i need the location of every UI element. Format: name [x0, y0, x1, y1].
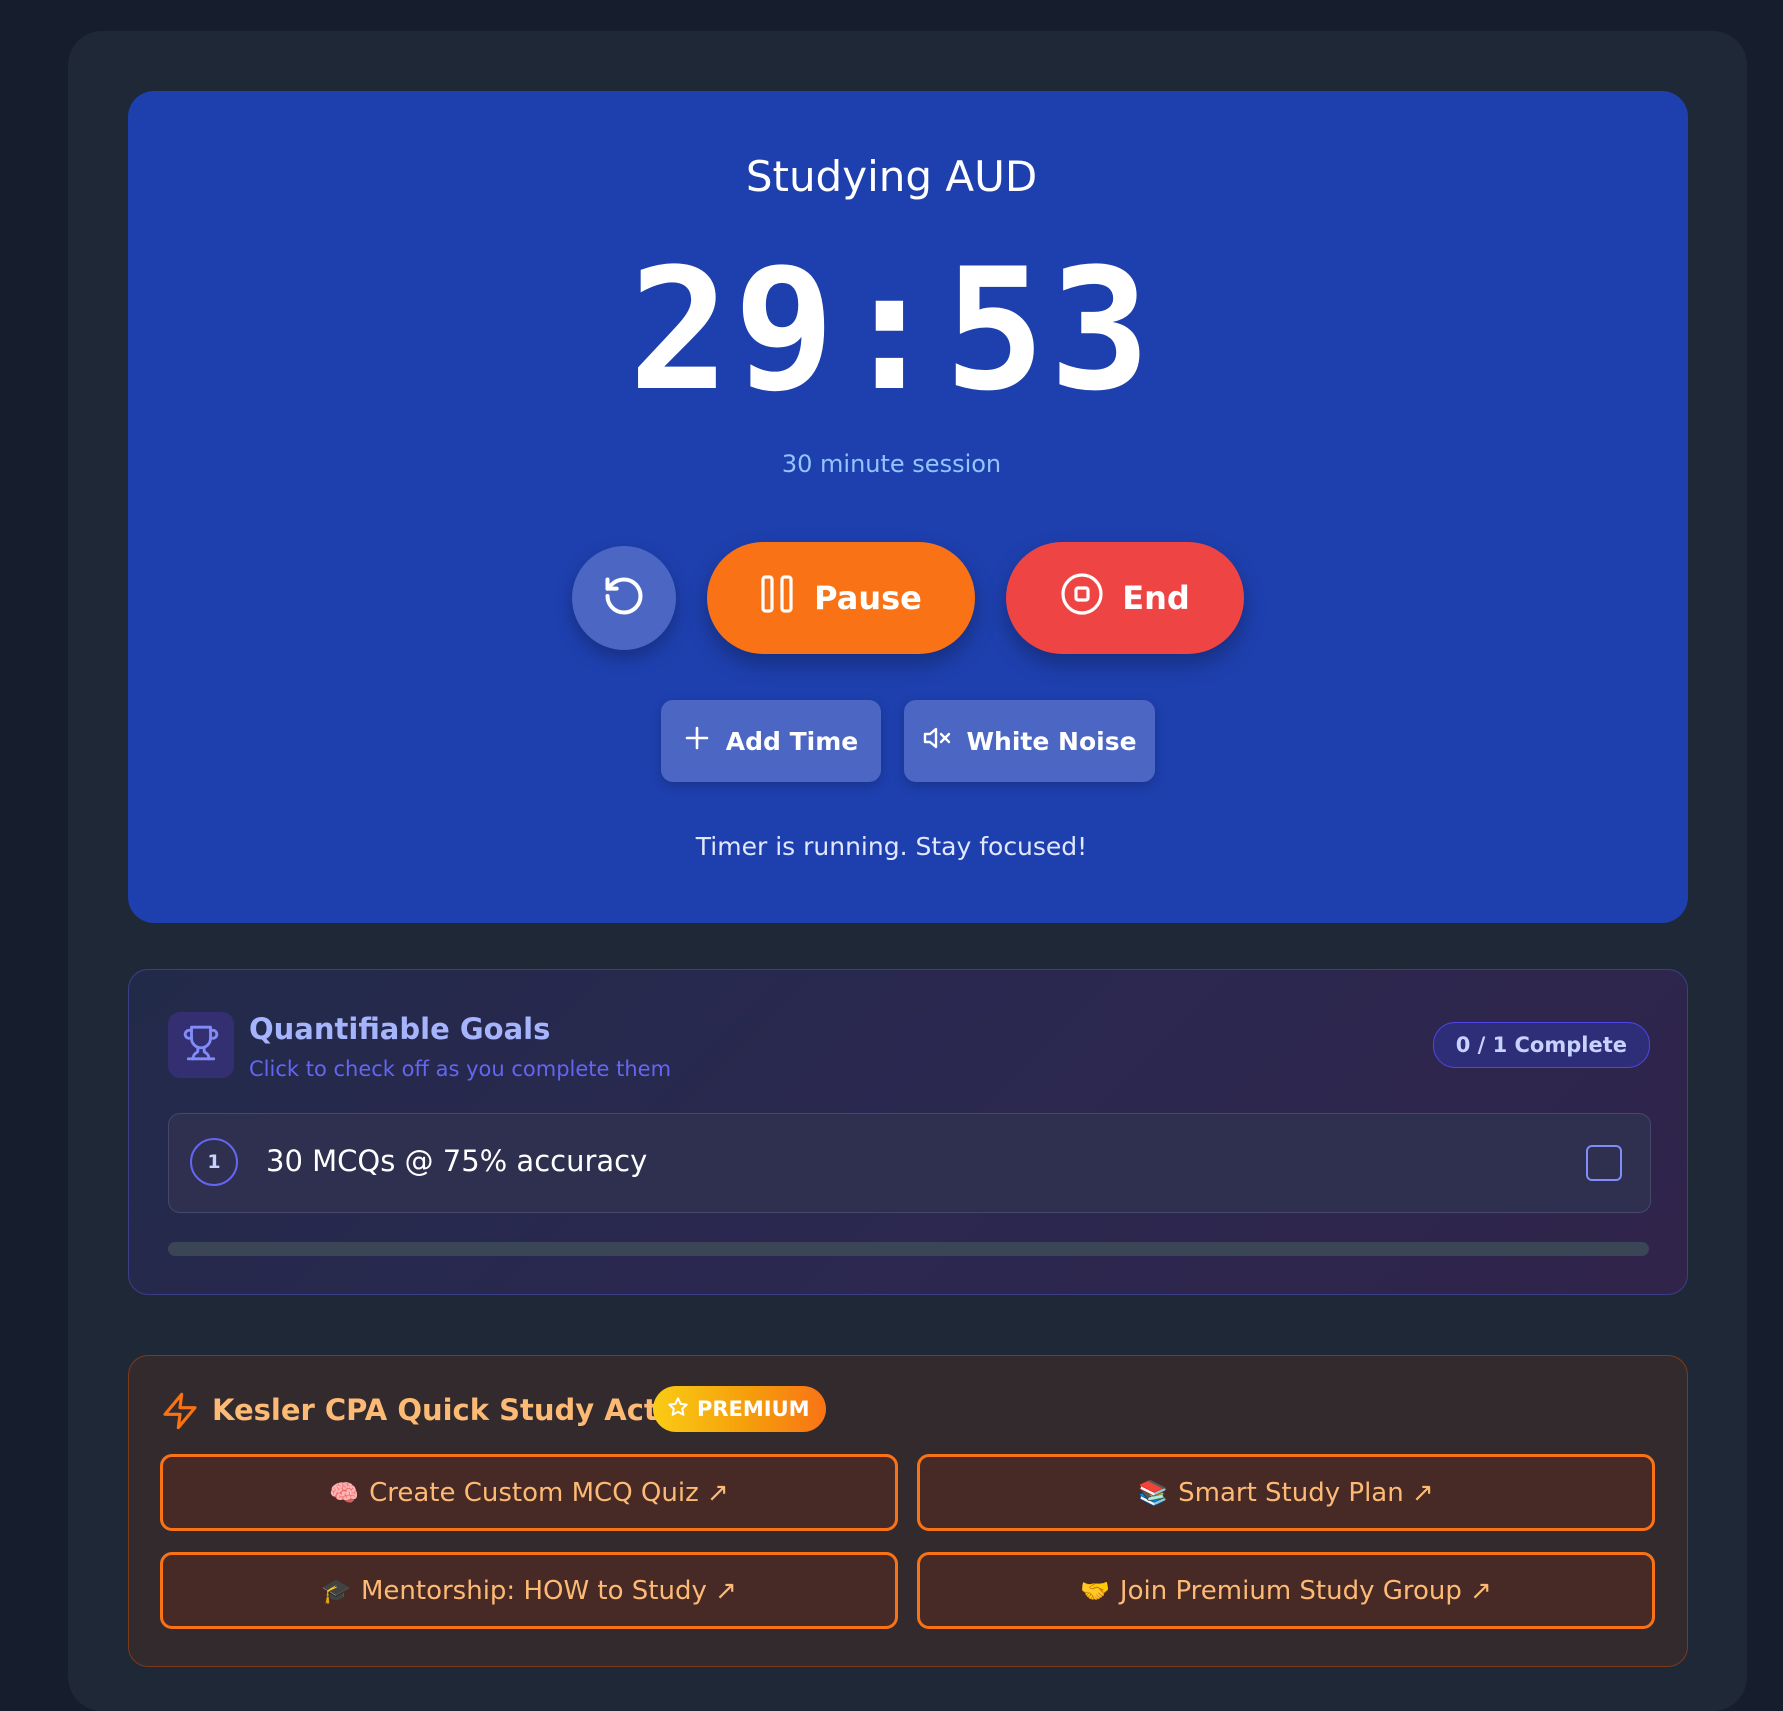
pause-label: Pause: [814, 579, 922, 617]
add-time-label: Add Time: [725, 726, 859, 756]
create-mcq-quiz-button[interactable]: 🧠 Create Custom MCQ Quiz ↗: [160, 1454, 898, 1531]
graduation-cap-icon: 🎓: [321, 1576, 351, 1605]
timer-display: 29:53: [628, 232, 1155, 428]
goals-title: Quantifiable Goals: [249, 1012, 551, 1046]
premium-label: PREMIUM: [697, 1397, 810, 1421]
handshake-icon: 🤝: [1080, 1576, 1110, 1605]
goal-item[interactable]: 1 30 MCQs @ 75% accuracy: [168, 1113, 1651, 1213]
smart-study-plan-button[interactable]: 📚 Smart Study Plan ↗: [917, 1454, 1655, 1531]
goals-icon-box: [168, 1012, 234, 1078]
trophy-icon: [182, 1024, 220, 1066]
action-label: Create Custom MCQ Quiz ↗: [369, 1477, 729, 1508]
timer-status-text: Timer is running. Stay focused!: [695, 832, 1088, 861]
goals-progress-bar: [168, 1242, 1649, 1256]
plus-icon: [684, 725, 710, 757]
white-noise-label: White Noise: [966, 726, 1137, 756]
end-button[interactable]: End: [1006, 542, 1244, 654]
goal-text: 30 MCQs @ 75% accuracy: [266, 1144, 648, 1178]
books-icon: 📚: [1138, 1478, 1169, 1507]
goal-number: 1: [190, 1138, 238, 1186]
join-study-group-button[interactable]: 🤝 Join Premium Study Group ↗: [917, 1552, 1655, 1629]
pause-icon: [760, 574, 794, 622]
add-time-button[interactable]: Add Time: [661, 700, 881, 782]
action-label: Mentorship: HOW to Study ↗: [360, 1575, 737, 1606]
rotate-ccw-icon: [602, 574, 646, 622]
volume-x-icon: [922, 725, 952, 757]
quick-actions-card: Kesler CPA Quick Study Actions PREMIUM 🧠…: [128, 1355, 1688, 1667]
action-label: Join Premium Study Group ↗: [1119, 1575, 1492, 1606]
session-length-label: 30 minute session: [781, 450, 1002, 478]
white-noise-button[interactable]: White Noise: [904, 700, 1155, 782]
reset-button[interactable]: [572, 546, 676, 650]
star-icon: [667, 1396, 689, 1423]
timer-title: Studying AUD: [745, 152, 1038, 201]
goals-count-badge: 0 / 1 Complete: [1432, 1022, 1650, 1068]
mentorship-button[interactable]: 🎓 Mentorship: HOW to Study ↗: [160, 1552, 898, 1629]
end-label: End: [1122, 579, 1190, 617]
stop-circle-icon: [1060, 572, 1104, 624]
brain-icon: 🧠: [329, 1478, 360, 1507]
goals-card: Quantifiable Goals Click to check off as…: [128, 969, 1688, 1295]
quick-actions-title: Kesler CPA Quick Study Actions: [212, 1393, 726, 1427]
action-label: Smart Study Plan ↗: [1178, 1477, 1434, 1508]
premium-badge: PREMIUM: [653, 1386, 826, 1432]
timer-card: [128, 91, 1688, 923]
goal-checkbox[interactable]: [1586, 1145, 1622, 1181]
goals-subtitle: Click to check off as you complete them: [249, 1057, 672, 1081]
pause-button[interactable]: Pause: [707, 542, 975, 654]
zap-icon: [160, 1391, 200, 1435]
